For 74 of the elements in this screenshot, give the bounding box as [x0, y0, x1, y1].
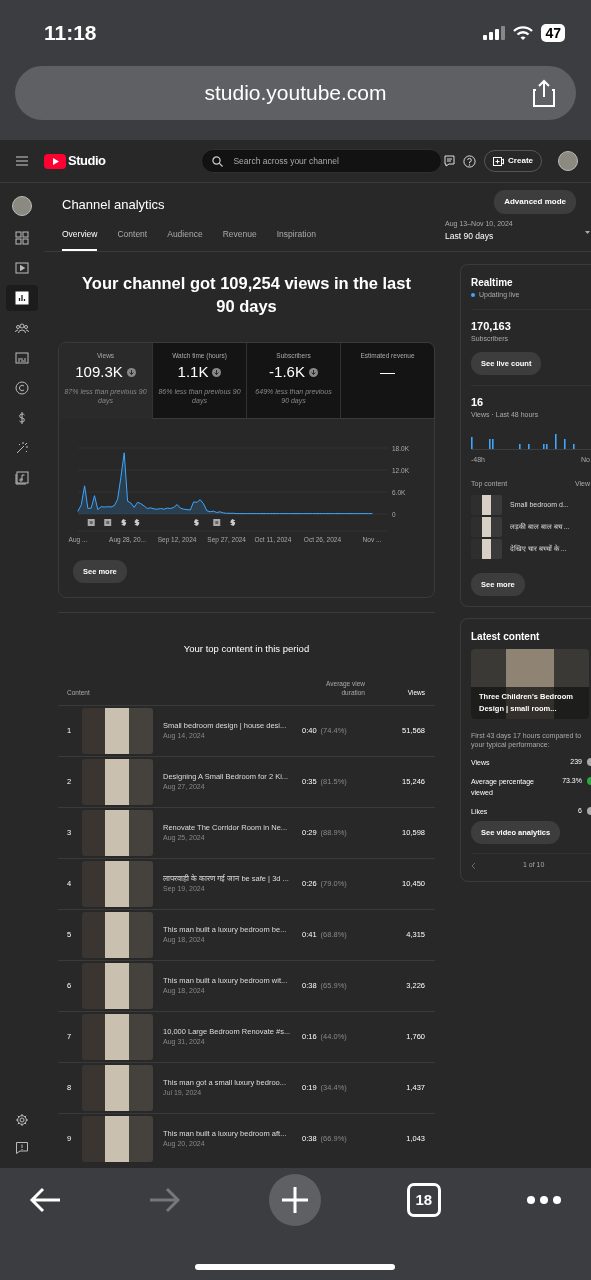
- metric-value: 1.1K: [177, 361, 209, 382]
- video-plus-icon: [493, 156, 505, 166]
- video-thumbnail: [471, 494, 502, 515]
- people-icon: [15, 321, 29, 335]
- play-icon: [15, 261, 29, 275]
- video-marker-icon[interactable]: [213, 519, 221, 526]
- logo-icon[interactable]: [44, 153, 66, 169]
- video-thumbnail: [471, 538, 502, 559]
- section-title: Your top content in this period: [58, 612, 435, 679]
- tab[interactable]: Overview: [62, 218, 98, 251]
- card-title: Latest content: [471, 630, 541, 644]
- status-indicator: [587, 758, 591, 766]
- url-text: studio.youtube.com: [204, 80, 387, 107]
- period-label: Last 90 days: [445, 229, 495, 243]
- bar-chart-icon: [15, 291, 29, 305]
- previous-icon[interactable]: [471, 861, 476, 870]
- metric-value: 109.3K: [75, 361, 123, 382]
- tab[interactable]: Revenue: [222, 218, 257, 251]
- tab[interactable]: Audience: [167, 218, 203, 251]
- dashboard-icon: [15, 231, 29, 245]
- video-thumbnail[interactable]: [82, 1014, 153, 1060]
- video-marker-icon[interactable]: [87, 519, 95, 526]
- live-dot-icon: [471, 293, 475, 298]
- search-icon: [212, 155, 224, 167]
- battery-indicator: 47: [541, 24, 565, 42]
- page-title: Channel analytics: [62, 196, 165, 214]
- view-count: 16: [471, 394, 485, 410]
- message-icon[interactable]: [444, 155, 456, 167]
- status-indicator: [587, 777, 591, 785]
- video-thumbnail: [471, 516, 502, 537]
- search-bar[interactable]: Search across your channel: [201, 149, 443, 173]
- feedback-icon: [15, 1141, 29, 1155]
- caret-icon: [585, 231, 590, 235]
- music-library-icon: [15, 471, 29, 485]
- sidebar-item[interactable]: [6, 285, 38, 311]
- clock-time: 11:18: [44, 20, 97, 47]
- wand-icon: [15, 441, 29, 455]
- video-thumbnail[interactable]: [82, 1065, 153, 1111]
- video-thumbnail[interactable]: [82, 861, 153, 907]
- share-icon[interactable]: [532, 79, 556, 107]
- metric-value: -1.6K: [269, 361, 305, 382]
- tab-count-button[interactable]: 18: [406, 1183, 441, 1217]
- shorts-icon[interactable]: [193, 519, 199, 526]
- subscriber-count: 170,163: [471, 318, 512, 334]
- video-thumbnail[interactable]: [82, 912, 153, 958]
- new-tab-icon[interactable]: [268, 1174, 321, 1226]
- shorts-icon[interactable]: [230, 519, 236, 526]
- back-arrow-icon[interactable]: [28, 1186, 62, 1214]
- logo-text: Studio: [68, 152, 106, 171]
- search-field[interactable]: Search across your channel: [231, 153, 422, 169]
- video-thumbnail[interactable]: [82, 963, 153, 1009]
- video-marker-icon[interactable]: [104, 519, 112, 526]
- settings-icon: [15, 1113, 29, 1127]
- help-icon[interactable]: [463, 154, 477, 168]
- tab[interactable]: Content: [117, 218, 148, 251]
- card-title: Realtime: [471, 276, 514, 290]
- advanced-mode-button[interactable]: Advanced mode: [494, 190, 576, 214]
- address-bar[interactable]: studio.youtube.com: [15, 66, 576, 120]
- headline: Your channel got 109,254 views in the last 90 days: [81, 273, 412, 317]
- video-thumbnail[interactable]: [82, 708, 153, 754]
- video-thumbnail[interactable]: [82, 810, 153, 856]
- subtitles-icon: [15, 351, 29, 365]
- metric-value: —: [380, 361, 395, 382]
- channel-avatar[interactable]: [12, 196, 32, 216]
- avatar[interactable]: [558, 151, 578, 171]
- more-icon[interactable]: [527, 1196, 561, 1204]
- status-indicator: [587, 807, 591, 815]
- copyright-icon: [15, 381, 29, 395]
- menu-icon[interactable]: [16, 156, 28, 166]
- wifi-icon: [513, 25, 534, 41]
- video-thumbnail[interactable]: [82, 759, 153, 805]
- tab[interactable]: Inspiration: [276, 218, 316, 251]
- signal-icon: [483, 26, 506, 40]
- video-thumbnail[interactable]: [82, 1116, 153, 1162]
